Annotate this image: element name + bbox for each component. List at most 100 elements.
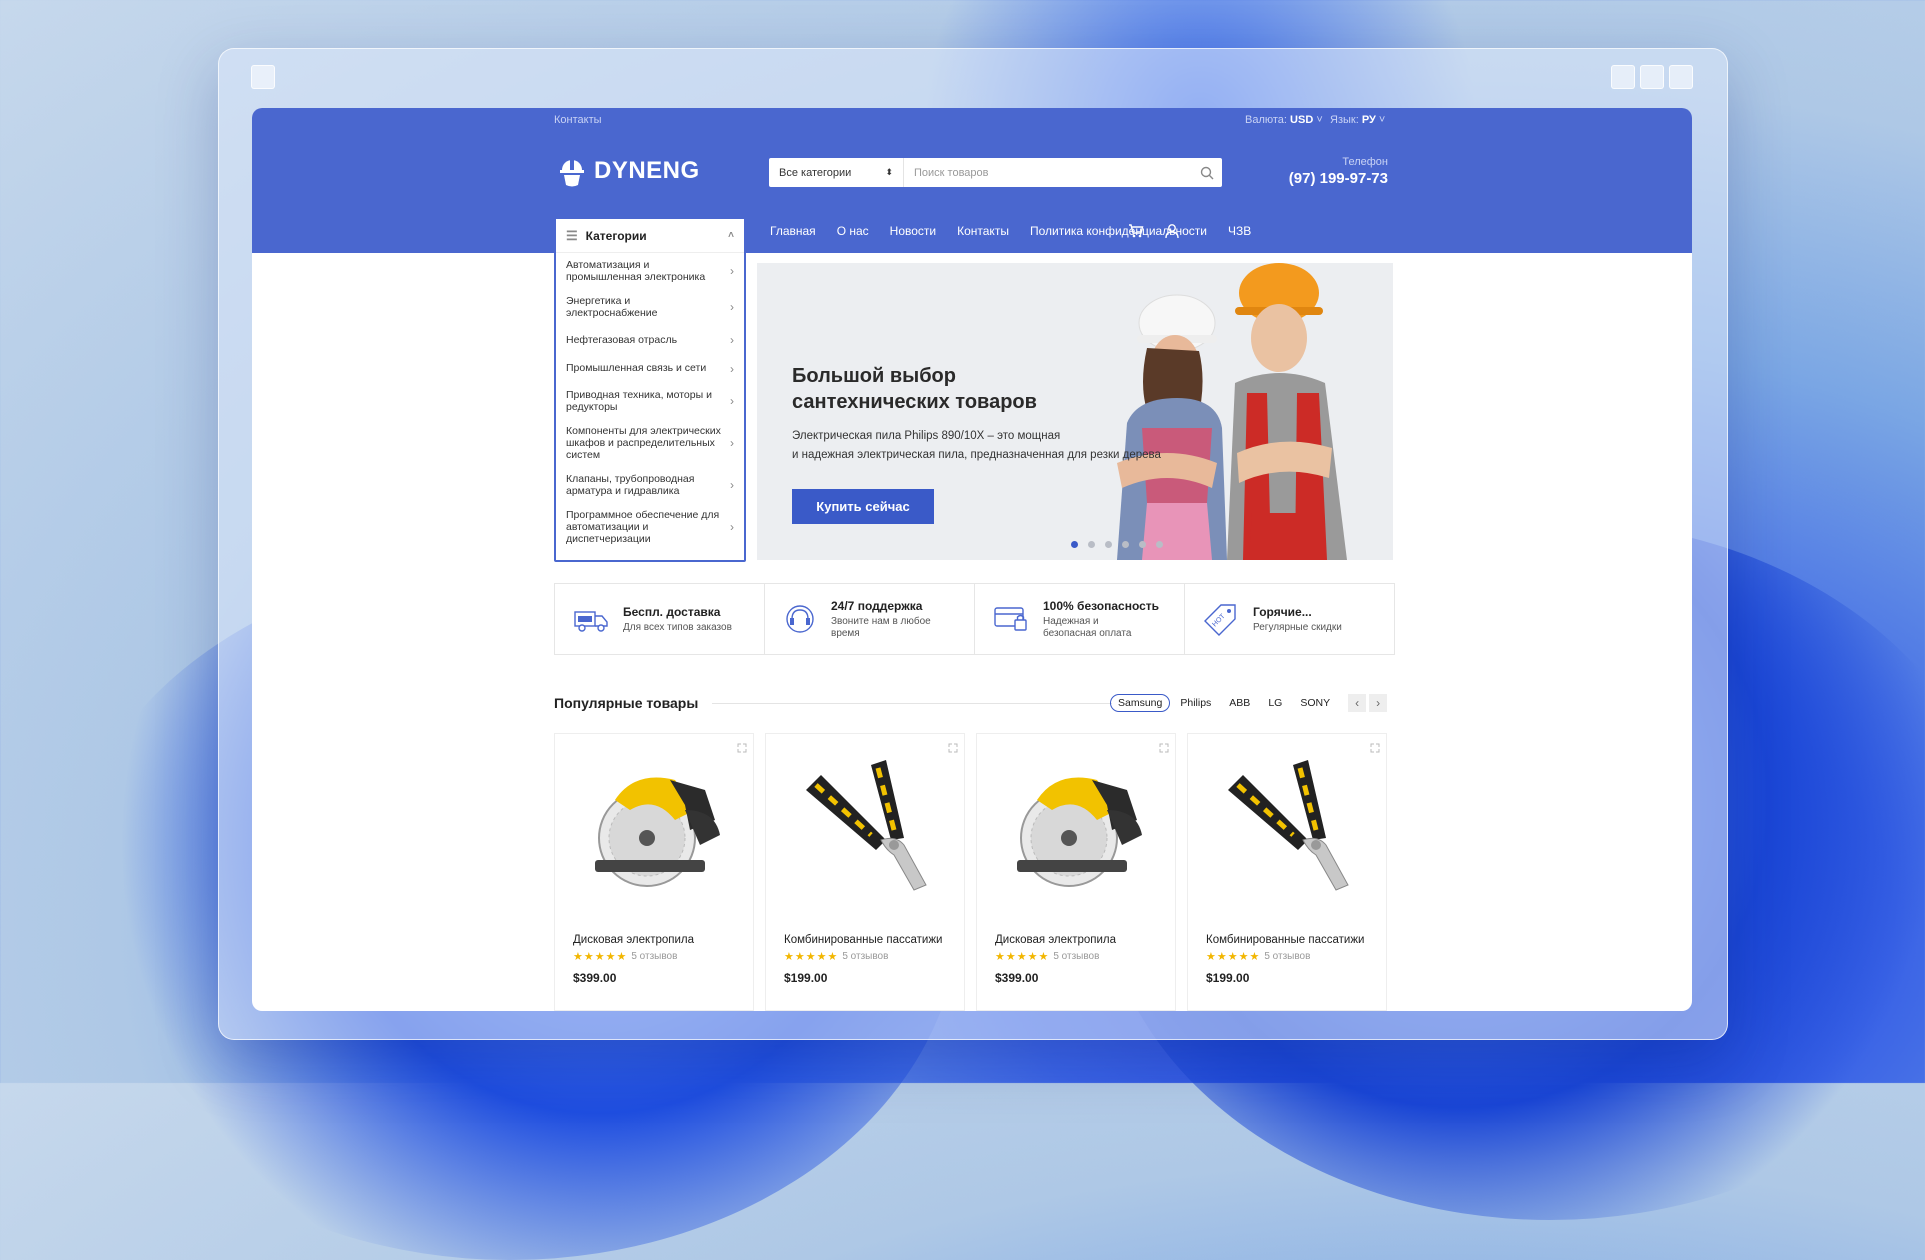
- feature-item: Беспл. доставка Для всех типов заказов: [555, 584, 765, 654]
- product-card[interactable]: Комбинированные пассатижи ★★★★★ 5 отзыво…: [1187, 733, 1387, 1011]
- buy-now-button[interactable]: Купить сейчас: [792, 489, 934, 524]
- slider-dot[interactable]: [1139, 541, 1146, 548]
- product-rating: ★★★★★ 5 отзывов: [573, 950, 677, 963]
- feature-subtitle: Надежная и безопасная оплата: [1043, 615, 1132, 639]
- site-header: Контакты Валюта: USD ˅ Язык: РУ ˅ DYNENG…: [252, 108, 1692, 253]
- category-item[interactable]: Нефтегазовая отрасль ›: [556, 325, 744, 355]
- product-image[interactable]: [786, 750, 946, 900]
- categories-panel: ☰ Категории ˄ Автоматизация и промышленн…: [554, 217, 746, 562]
- expand-icon[interactable]: [948, 740, 958, 758]
- feature-item: HOT Горячие... Регулярные скидки: [1185, 584, 1394, 654]
- next-arrow-icon[interactable]: ›: [1369, 694, 1388, 712]
- svg-text:HOT: HOT: [1211, 612, 1227, 628]
- star-rating-icon: ★★★★★: [995, 951, 1050, 963]
- brand-tab[interactable]: LG: [1268, 697, 1282, 709]
- feature-subtitle: Для всех типов заказов: [623, 621, 732, 633]
- category-label: Приводная техника, моторы и редукторы: [566, 389, 712, 413]
- chevron-right-icon: ›: [730, 478, 734, 492]
- logo-icon: [560, 159, 584, 187]
- brand-tab[interactable]: Philips: [1180, 697, 1211, 709]
- categories-header[interactable]: ☰ Категории ˄: [556, 219, 744, 253]
- nav-home[interactable]: Главная: [770, 224, 816, 238]
- brand-tab[interactable]: SONY: [1300, 697, 1330, 709]
- product-card[interactable]: Дисковая электропила ★★★★★ 5 отзывов $39…: [976, 733, 1176, 1011]
- slider-dots: [1071, 541, 1163, 548]
- slider-dot[interactable]: [1105, 541, 1112, 548]
- product-image[interactable]: [575, 750, 735, 900]
- select-arrows-icon: ⬍: [885, 167, 893, 177]
- currency-selector[interactable]: Валюта: USD ˅: [1245, 114, 1323, 126]
- prev-arrow-icon[interactable]: ‹: [1348, 694, 1367, 712]
- nav-news[interactable]: Новости: [890, 224, 936, 238]
- expand-icon[interactable]: [737, 740, 747, 758]
- feature-title: Горячие...: [1253, 604, 1312, 619]
- feature-subtitle: Звоните нам в любое время: [831, 615, 931, 639]
- user-icon[interactable]: [1164, 223, 1180, 239]
- product-name[interactable]: Комбинированные пассатижи: [1206, 934, 1364, 946]
- category-item[interactable]: Программное обеспечение для автоматизаци…: [556, 503, 744, 551]
- nav-faq[interactable]: ЧЗВ: [1228, 224, 1251, 238]
- banner-text-line: Электрическая пила Philips 890/10X – это…: [792, 430, 1061, 442]
- nav-about[interactable]: О нас: [837, 224, 869, 238]
- product-image[interactable]: [1208, 750, 1368, 900]
- expand-icon[interactable]: [1159, 740, 1169, 758]
- expand-icon[interactable]: [1370, 740, 1380, 758]
- brand-tab[interactable]: ABB: [1229, 697, 1250, 709]
- support-icon: [786, 605, 814, 633]
- review-count: 5 отзывов: [631, 951, 678, 962]
- feature-item: 100% безопасность Надежная и безопасная о…: [975, 584, 1185, 654]
- product-price: $199.00: [1206, 971, 1250, 985]
- card-icon: [994, 607, 1027, 631]
- categories-title: Категории: [585, 228, 647, 243]
- nav-contacts[interactable]: Контакты: [957, 224, 1009, 238]
- category-item[interactable]: Приводная техника, моторы и редукторы ›: [556, 383, 744, 419]
- chevron-right-icon: ›: [730, 520, 734, 534]
- phone-block: Телефон (97) 199-97-73: [1289, 156, 1388, 187]
- banner-text: Электрическая пила Philips 890/10X – это…: [792, 427, 1212, 465]
- minimize-icon[interactable]: [1611, 65, 1635, 89]
- category-select[interactable]: Все категории ⬍: [769, 158, 904, 187]
- nav-privacy[interactable]: Политика конфиденциальности: [1030, 224, 1207, 238]
- category-label: Автоматизация и промышленная электроника: [566, 259, 706, 283]
- truck-icon: [574, 611, 608, 632]
- star-rating-icon: ★★★★★: [784, 951, 839, 963]
- product-name[interactable]: Дисковая электропила: [573, 934, 694, 946]
- category-item[interactable]: Клапаны, трубопроводная арматура и гидра…: [556, 467, 744, 503]
- site-logo[interactable]: DYNENG: [558, 154, 700, 188]
- top-contacts-link[interactable]: Контакты: [554, 114, 602, 126]
- product-name[interactable]: Комбинированные пассатижи: [784, 934, 942, 946]
- brand-filter: Samsung Philips ABB LG SONY ‹ ›: [1110, 694, 1390, 712]
- category-item[interactable]: Компоненты для электрических шкафов и ра…: [556, 419, 744, 467]
- popular-title: Популярные товары: [554, 695, 699, 711]
- product-card[interactable]: Дисковая электропила ★★★★★ 5 отзывов $39…: [554, 733, 754, 1011]
- slider-dot[interactable]: [1156, 541, 1163, 548]
- review-count: 5 отзывов: [1264, 951, 1311, 962]
- language-selector[interactable]: Язык: РУ ˅: [1330, 114, 1385, 126]
- product-name[interactable]: Дисковая электропила: [995, 934, 1116, 946]
- star-rating-icon: ★★★★★: [573, 951, 628, 963]
- category-item[interactable]: Энергетика и электроснабжение ›: [556, 289, 744, 325]
- close-icon[interactable]: [1669, 65, 1693, 89]
- feature-title: Беспл. доставка: [623, 604, 721, 619]
- window-menu-icon[interactable]: [251, 65, 275, 89]
- feature-title: 100% безопасность: [1043, 598, 1160, 613]
- slider-dot[interactable]: [1071, 541, 1078, 548]
- phone-number[interactable]: (97) 199-97-73: [1289, 170, 1388, 187]
- category-item[interactable]: Автоматизация и промышленная электроника…: [556, 253, 744, 289]
- search-input[interactable]: [904, 166, 1192, 179]
- category-item[interactable]: Промышленная связь и сети ›: [556, 355, 744, 383]
- search-button[interactable]: [1192, 158, 1222, 187]
- brand-tab[interactable]: Samsung: [1110, 694, 1171, 712]
- search-icon: [1200, 166, 1214, 179]
- product-image[interactable]: [997, 750, 1157, 900]
- cart-icon[interactable]: [1128, 223, 1144, 239]
- banner-title: Большой выбор сантехнических товаров: [792, 365, 1037, 413]
- slider-dot[interactable]: [1088, 541, 1095, 548]
- feature-title: 24/7 поддержка: [831, 598, 923, 613]
- product-rating: ★★★★★ 5 отзывов: [1206, 950, 1310, 963]
- language-value: РУ: [1361, 114, 1376, 126]
- product-card[interactable]: Комбинированные пассатижи ★★★★★ 5 отзыво…: [765, 733, 965, 1011]
- maximize-icon[interactable]: [1640, 65, 1664, 89]
- category-select-value: Все категории: [779, 166, 852, 179]
- slider-dot[interactable]: [1122, 541, 1129, 548]
